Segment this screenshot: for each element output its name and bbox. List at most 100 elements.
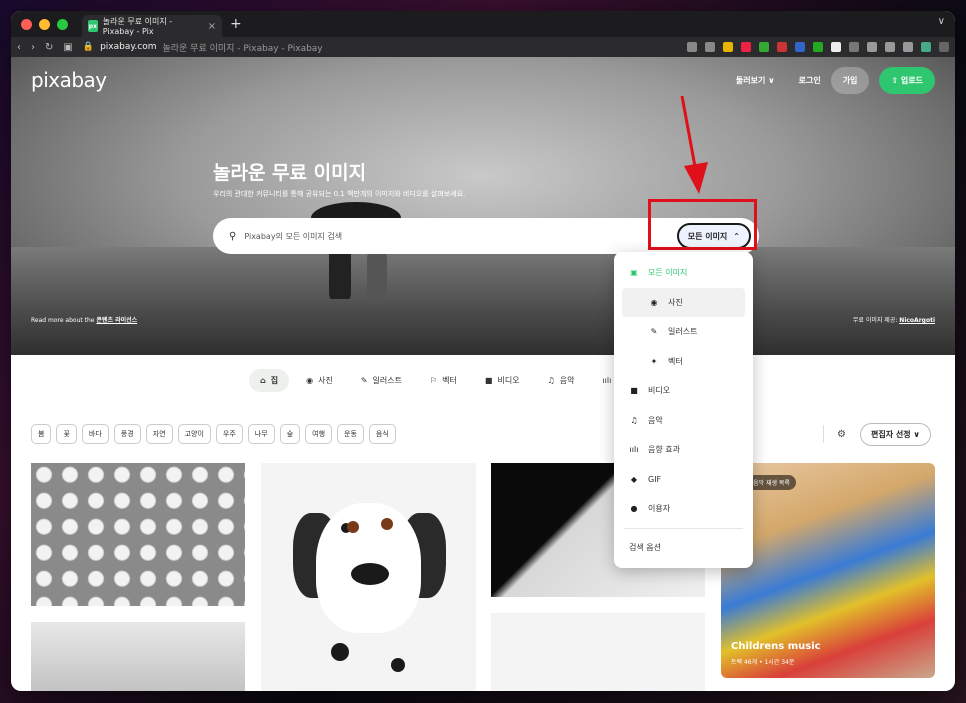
image-placeholder[interactable] bbox=[491, 613, 705, 691]
image-cat[interactable] bbox=[31, 622, 245, 691]
category-icon: ıılı bbox=[602, 376, 612, 385]
category-tab[interactable]: ♫ 음악 bbox=[537, 369, 586, 392]
close-window-button[interactable] bbox=[21, 18, 32, 30]
tag-chips: 봄 꽃 바다 풍경 자연 고양이 우주 나무 숲 여행 운동 음식 bbox=[31, 424, 396, 444]
menu-item[interactable]: ✎ 일러스트 bbox=[614, 317, 753, 347]
category-tab[interactable]: ⚐ 벡터 bbox=[419, 369, 468, 392]
minimize-window-button[interactable] bbox=[39, 18, 50, 30]
featured-playlist-card[interactable]: 음악 재생 목록 Childrens music 트랙 46개 • 1시간 34… bbox=[721, 463, 935, 678]
extension-cross-icon[interactable] bbox=[777, 42, 787, 52]
category-icon: ⌂ bbox=[260, 376, 266, 385]
tag-chip[interactable]: 바다 bbox=[81, 424, 109, 444]
menu-item-label: 비디오 bbox=[648, 386, 671, 396]
category-icon: ■ bbox=[484, 376, 493, 385]
lock-icon: 🔒 bbox=[82, 42, 95, 52]
menu-icon[interactable] bbox=[939, 42, 949, 52]
credit-prefix: 무료 이미지 제공: bbox=[852, 317, 898, 324]
category-label: 사진 bbox=[318, 376, 333, 385]
extension-green-icon[interactable] bbox=[813, 42, 823, 52]
new-tab-button[interactable]: + bbox=[230, 16, 242, 32]
divider bbox=[823, 425, 824, 443]
tag-chip[interactable]: 여행 bbox=[305, 424, 333, 444]
playlist-meta: 트랙 46개 • 1시간 34분 bbox=[731, 659, 795, 666]
url-domain: pixabay.com bbox=[100, 42, 157, 52]
back-icon[interactable]: ‹ bbox=[17, 42, 21, 53]
maximize-window-button[interactable] bbox=[57, 18, 68, 30]
tab-title: 놀라운 무료 이미지 - Pixabay - Pix bbox=[102, 17, 173, 36]
site-header: pixabay 둘러보기 ∨ 로그인 가입 ⇧ 업로드 bbox=[11, 57, 955, 103]
explore-menu[interactable]: 둘러보기 ∨ bbox=[736, 75, 775, 86]
menu-item[interactable]: ◆ GIF bbox=[614, 465, 753, 495]
category-label: 비디오 bbox=[497, 376, 520, 385]
pixabay-favicon-icon: px bbox=[88, 20, 98, 32]
search-input[interactable]: Pixabay의 모든 이미지 검색 bbox=[244, 231, 342, 242]
tag-chip[interactable]: 봄 bbox=[31, 424, 52, 444]
category-tab[interactable]: ✎ 일러스트 bbox=[350, 369, 413, 392]
menu-item-label: 이용자 bbox=[648, 504, 671, 514]
credit-author-link[interactable]: NicoArgoti bbox=[899, 317, 935, 324]
tag-chip[interactable]: 음식 bbox=[368, 424, 396, 444]
cast-icon[interactable] bbox=[885, 42, 895, 52]
image-credit: 무료 이미지 제공: NicoArgoti bbox=[853, 315, 935, 324]
tag-chip[interactable]: 나무 bbox=[247, 424, 275, 444]
category-tab[interactable]: ■ 비디오 bbox=[474, 369, 531, 392]
menu-item-icon: ✦ bbox=[650, 356, 658, 366]
menu-item[interactable]: ▣ 모든 이미지 bbox=[614, 258, 753, 288]
category-tab[interactable]: ◉ 사진 bbox=[295, 369, 344, 392]
menu-item-label: 벡터 bbox=[668, 356, 683, 366]
license-link[interactable]: 콘텐츠 라이선스 bbox=[96, 317, 137, 324]
gear-icon[interactable]: ⚙ bbox=[837, 429, 846, 440]
license-prefix: Read more about the bbox=[31, 317, 95, 324]
pixabay-logo[interactable]: pixabay bbox=[31, 68, 107, 92]
forward-icon[interactable]: › bbox=[31, 42, 35, 53]
extension-shield-icon[interactable] bbox=[759, 42, 769, 52]
dog-eye bbox=[381, 518, 393, 530]
menu-item[interactable]: ◉ 사진 bbox=[622, 287, 745, 317]
category-icon: ✎ bbox=[360, 376, 368, 385]
hero-banner: pixabay 둘러보기 ∨ 로그인 가입 ⇧ 업로드 놀라운 무료 이미지 우… bbox=[11, 57, 955, 355]
menu-item-label: 음향 효과 bbox=[648, 445, 680, 455]
download-icon[interactable] bbox=[867, 42, 877, 52]
reload-icon[interactable]: ↻ bbox=[45, 42, 53, 53]
profile-icon[interactable] bbox=[921, 42, 931, 52]
extension-blue-icon[interactable] bbox=[795, 42, 805, 52]
tag-chip[interactable]: 고양이 bbox=[177, 424, 211, 444]
menu-item[interactable]: ♫ 음악 bbox=[614, 406, 753, 436]
editor-choice-dropdown[interactable]: 편집자 선정 ∨ bbox=[860, 423, 931, 446]
image-eggs[interactable] bbox=[31, 463, 245, 606]
tag-chip[interactable]: 숲 bbox=[279, 424, 301, 444]
menu-item[interactable]: ıılı 음향 효과 bbox=[614, 435, 753, 465]
tag-chip[interactable]: 자연 bbox=[145, 424, 173, 444]
annotation-arrow-icon bbox=[680, 95, 708, 194]
menu-item[interactable]: ✦ 벡터 bbox=[614, 347, 753, 377]
category-tab[interactable]: ⌂ 집 bbox=[249, 369, 290, 392]
close-tab-icon[interactable]: × bbox=[208, 21, 216, 32]
tag-chip[interactable]: 운동 bbox=[337, 424, 364, 444]
share-icon[interactable] bbox=[687, 42, 697, 52]
notion-icon[interactable]: ▣ bbox=[63, 42, 72, 53]
sidebar-icon[interactable] bbox=[903, 42, 913, 52]
browser-tab[interactable]: px 놀라운 무료 이미지 - Pixabay - Pix × bbox=[82, 15, 222, 37]
extensions-bar bbox=[687, 42, 949, 52]
extension-gray-icon[interactable] bbox=[849, 42, 859, 52]
menu-item-icon: ● bbox=[630, 504, 638, 514]
image-dalmatian[interactable] bbox=[261, 463, 476, 691]
menu-item-label: 음악 bbox=[648, 415, 663, 425]
address-bar[interactable]: 🔒 pixabay.com 놀라운 무료 이미지 - Pixabay - Pix… bbox=[83, 41, 323, 54]
tag-chip[interactable]: 꽃 bbox=[56, 424, 77, 444]
tag-chip[interactable]: 우주 bbox=[215, 424, 243, 444]
menu-item-icon: ■ bbox=[630, 386, 638, 396]
extension-white-icon[interactable] bbox=[831, 42, 841, 52]
extension-red-icon[interactable] bbox=[741, 42, 751, 52]
category-icon: ◉ bbox=[306, 376, 314, 385]
menu-item[interactable]: ● 이용자 bbox=[614, 494, 753, 524]
search-options-item[interactable]: 검색 옵션 bbox=[614, 533, 753, 563]
login-link[interactable]: 로그인 bbox=[799, 75, 821, 86]
tab-list-icon[interactable]: ∨ bbox=[938, 16, 945, 27]
menu-item[interactable]: ■ 비디오 bbox=[614, 376, 753, 406]
screen-icon[interactable] bbox=[705, 42, 715, 52]
tag-chip[interactable]: 풍경 bbox=[113, 424, 141, 444]
upload-button[interactable]: ⇧ 업로드 bbox=[879, 66, 935, 94]
bookmark-star-icon[interactable] bbox=[723, 42, 733, 52]
join-button[interactable]: 가입 bbox=[830, 66, 870, 94]
